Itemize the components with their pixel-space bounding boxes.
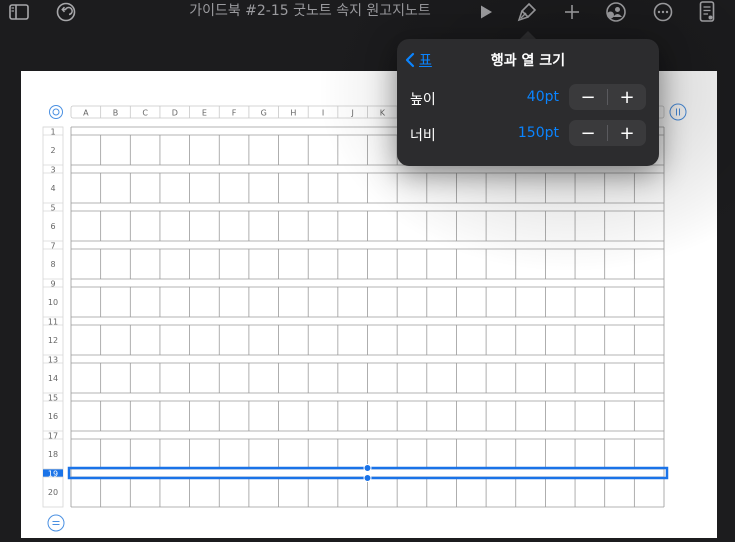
row-header-20[interactable]: 20 xyxy=(48,488,58,497)
play-icon[interactable] xyxy=(476,0,496,24)
row-resize-handle-bottom[interactable] xyxy=(363,474,372,482)
plus-icon[interactable] xyxy=(562,0,582,24)
row-header-16[interactable]: 16 xyxy=(48,412,58,421)
column-header-D[interactable]: D xyxy=(172,109,178,118)
more-icon[interactable] xyxy=(652,0,674,24)
row-header-4[interactable]: 4 xyxy=(50,184,55,193)
row-header-10[interactable]: 10 xyxy=(48,298,58,307)
height-stepper: − + xyxy=(569,84,646,110)
row-header-6[interactable]: 6 xyxy=(50,222,55,231)
top-toolbar: 가이드북 #2-15 굿노트 속지 원고지노트 xyxy=(0,0,735,30)
select-all-handle[interactable] xyxy=(49,105,63,119)
row-header-12[interactable]: 12 xyxy=(48,336,58,345)
row-header-18[interactable]: 18 xyxy=(48,450,58,459)
column-header-G[interactable]: G xyxy=(261,109,267,118)
document-info-icon[interactable] xyxy=(697,0,717,24)
width-stepper: − + xyxy=(569,120,646,146)
height-label: 높이 xyxy=(410,92,436,108)
row-add-handle[interactable] xyxy=(47,514,65,532)
width-decrease-button[interactable]: − xyxy=(569,120,607,146)
popover-title: 행과 열 크기 xyxy=(490,53,566,69)
column-header-B[interactable]: B xyxy=(113,109,119,118)
column-header-A[interactable]: A xyxy=(83,109,89,118)
column-resize-handle[interactable] xyxy=(669,103,687,121)
row-header-8[interactable]: 8 xyxy=(50,260,55,269)
collaborate-icon[interactable] xyxy=(604,0,628,24)
column-header-E[interactable]: E xyxy=(202,109,207,118)
column-header-H[interactable]: H xyxy=(290,109,296,118)
width-increase-button[interactable]: + xyxy=(608,120,646,146)
column-header-I[interactable]: I xyxy=(322,109,324,118)
row-resize-handle-top[interactable] xyxy=(363,464,372,472)
height-decrease-button[interactable]: − xyxy=(569,84,607,110)
column-header-F[interactable]: F xyxy=(232,109,237,118)
column-header-C[interactable]: C xyxy=(142,109,148,118)
format-brush-icon[interactable] xyxy=(515,0,539,24)
column-header-K[interactable]: K xyxy=(380,109,386,118)
height-value[interactable]: 40pt xyxy=(527,89,559,105)
row-column-size-popover: 표 행과 열 크기 높이 40pt − + 너비 150pt − + xyxy=(397,39,659,166)
row-header-14[interactable]: 14 xyxy=(48,374,58,383)
height-increase-button[interactable]: + xyxy=(608,84,646,110)
width-label: 너비 xyxy=(410,128,436,144)
column-header-J[interactable]: J xyxy=(350,109,353,118)
width-value[interactable]: 150pt xyxy=(518,125,559,141)
row-header-2[interactable]: 2 xyxy=(50,146,55,155)
